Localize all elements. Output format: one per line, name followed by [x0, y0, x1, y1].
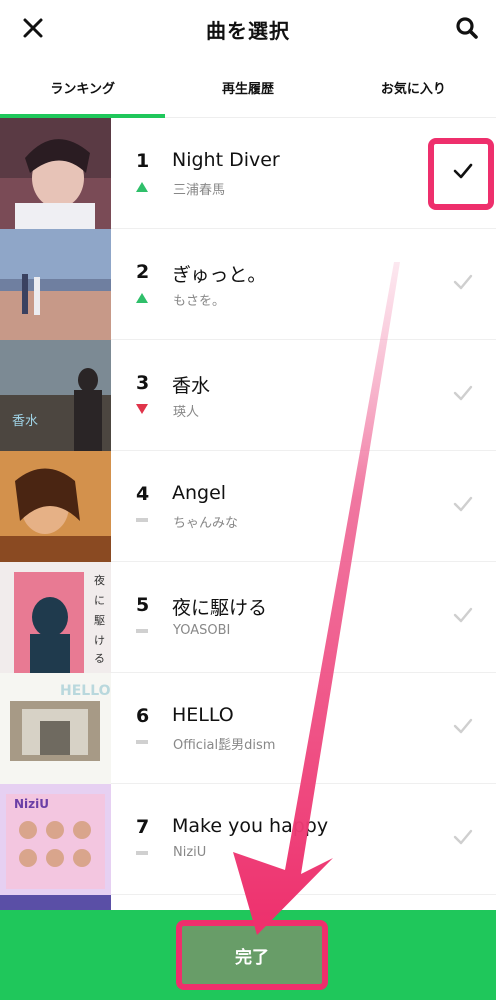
check-icon[interactable]: [452, 382, 474, 404]
song-title: Night Diver: [172, 149, 280, 171]
trend-up-icon: [136, 293, 148, 303]
tab-favorites[interactable]: お気に入り: [331, 58, 496, 117]
search-icon[interactable]: [454, 15, 480, 41]
song-row[interactable]: 2 ぎゅっと。 もさを。: [0, 229, 496, 340]
album-art: 香水: [0, 340, 111, 451]
artist-name: Official髭男dism: [173, 738, 276, 753]
song-title: ぎゅっと。: [172, 264, 267, 286]
album-art: [0, 895, 111, 910]
song-row[interactable]: 夜 に 駆 け る 5 夜に駆ける YOASOBI: [0, 562, 496, 673]
album-art: NiziU: [0, 784, 111, 895]
rank-number: 6: [136, 705, 150, 727]
trend-same-icon: [136, 518, 148, 522]
song-row[interactable]: HELLO 6 HELLO Official髭男dism: [0, 673, 496, 784]
song-row[interactable]: [0, 895, 496, 910]
svg-text:NiziU: NiziU: [14, 797, 49, 811]
svg-text:る: る: [94, 652, 105, 665]
done-button[interactable]: 完了: [235, 943, 269, 968]
album-art: [0, 229, 111, 340]
song-title: 香水: [172, 375, 211, 397]
svg-text:HELLO: HELLO: [60, 683, 111, 699]
song-row[interactable]: 香水 3 香水 瑛人: [0, 340, 496, 451]
artist-name: ちゃんみな: [173, 516, 239, 531]
song-list: 1 Night Diver 三浦春馬 2 ぎゅっと。 もさを。 香水 3 香水 …: [0, 118, 496, 910]
artist-name: NiziU: [173, 845, 207, 860]
tab-history[interactable]: 再生履歴: [165, 58, 330, 117]
tab-ranking[interactable]: ランキング: [0, 58, 166, 118]
song-row[interactable]: NiziU 7 Make you happy NiziU: [0, 784, 496, 895]
trend-same-icon: [136, 740, 148, 744]
album-art: 夜 に 駆 け る: [0, 562, 111, 673]
trend-down-icon: [136, 404, 148, 414]
close-icon[interactable]: [20, 15, 46, 41]
artist-name: 三浦春馬: [173, 183, 226, 198]
page-title: 曲を選択: [206, 18, 290, 43]
song-title: HELLO: [172, 704, 234, 726]
rank-number: 1: [136, 150, 150, 172]
svg-text:け: け: [94, 634, 105, 647]
trend-up-icon: [136, 182, 148, 192]
artist-name: YOASOBI: [173, 623, 231, 638]
svg-text:駆: 駆: [94, 614, 105, 627]
check-icon[interactable]: [452, 493, 474, 515]
trend-same-icon: [136, 629, 148, 633]
rank-number: 3: [136, 372, 150, 394]
song-title: 夜に駆ける: [172, 597, 268, 619]
rank-number: 7: [136, 816, 150, 838]
done-button-highlight[interactable]: 完了: [176, 920, 328, 990]
rank-number: 2: [136, 261, 150, 283]
footer-bar: 完了: [0, 910, 496, 1000]
check-icon[interactable]: [452, 271, 474, 293]
rank-number: 4: [136, 483, 150, 505]
svg-text:香水: 香水: [12, 414, 38, 429]
song-title: Angel: [172, 482, 227, 504]
song-title: Make you happy: [172, 815, 329, 837]
check-icon-selected[interactable]: [452, 160, 474, 182]
top-bar: 曲を選択: [0, 0, 496, 58]
album-art: [0, 451, 111, 562]
song-row[interactable]: 1 Night Diver 三浦春馬: [0, 118, 496, 229]
artist-name: もさを。: [173, 294, 226, 309]
rank-number: 5: [136, 594, 150, 616]
check-icon[interactable]: [452, 715, 474, 737]
album-art: [0, 118, 111, 229]
svg-text:夜: 夜: [94, 573, 105, 587]
svg-text:に: に: [94, 594, 105, 607]
album-art: HELLO: [0, 673, 111, 784]
trend-same-icon: [136, 851, 148, 855]
artist-name: 瑛人: [173, 405, 200, 420]
tab-bar: ランキング 再生履歴 お気に入り: [0, 58, 496, 118]
check-icon[interactable]: [452, 604, 474, 626]
song-row[interactable]: 4 Angel ちゃんみな: [0, 451, 496, 562]
check-icon[interactable]: [452, 826, 474, 848]
